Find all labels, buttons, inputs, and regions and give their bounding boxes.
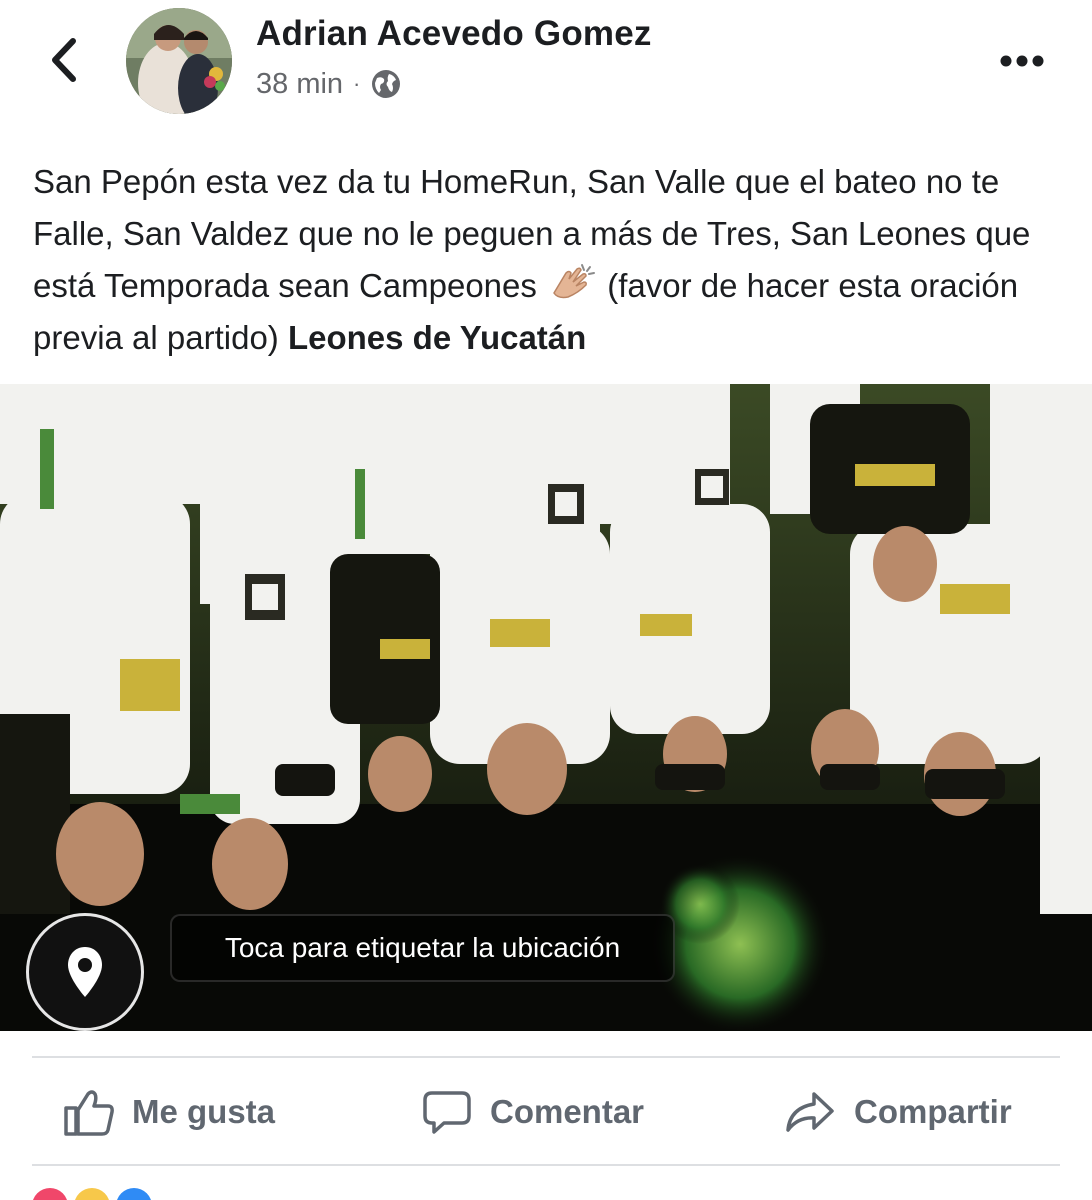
share-button[interactable]: Compartir <box>784 1060 1012 1164</box>
meta-separator: · <box>353 71 361 96</box>
mention-link[interactable]: Leones de Yucatán <box>288 319 586 356</box>
comment-bubble-icon <box>423 1091 471 1134</box>
tag-location-prompt[interactable]: Toca para etiquetar la ubicación <box>170 914 675 982</box>
back-button[interactable] <box>40 36 88 84</box>
avatar[interactable] <box>126 8 232 114</box>
action-bar: Me gusta Comentar Compartir <box>0 1060 1092 1164</box>
post-meta: 38 min · <box>256 64 402 104</box>
like-label: Me gusta <box>132 1093 276 1130</box>
thumbs-up-icon <box>64 1090 114 1136</box>
divider-top <box>32 1056 1060 1058</box>
haha-reaction-icon <box>74 1188 110 1200</box>
share-arrow-icon <box>786 1092 834 1132</box>
globe-icon <box>372 70 401 98</box>
post-timestamp[interactable]: 38 min <box>256 68 343 101</box>
post-text: San Pepón esta vez da tu HomeRun, San Va… <box>33 156 1063 364</box>
love-reaction-icon <box>32 1188 68 1200</box>
location-button[interactable] <box>26 913 144 1031</box>
map-pin-icon <box>68 947 102 997</box>
reaction-icons[interactable] <box>32 1188 152 1200</box>
share-label: Compartir <box>854 1093 1012 1130</box>
post-photo[interactable]: Toca para etiquetar la ubicación <box>0 384 1092 1031</box>
comment-label: Comentar <box>490 1093 645 1130</box>
like-reaction-icon <box>116 1188 152 1200</box>
author-name[interactable]: Adrian Acevedo Gomez <box>256 14 652 54</box>
more-horizontal-icon <box>1000 55 1044 67</box>
divider-bottom <box>32 1164 1060 1166</box>
comment-button[interactable]: Comentar <box>422 1060 644 1164</box>
like-button[interactable]: Me gusta <box>62 1060 275 1164</box>
more-options-button[interactable] <box>992 44 1052 78</box>
chevron-left-icon <box>52 38 76 82</box>
post-screen: Adrian Acevedo Gomez 38 min · San Pepón … <box>0 0 1092 1200</box>
clapping-hands-emoji <box>553 264 596 299</box>
avatar-photo <box>126 8 232 114</box>
